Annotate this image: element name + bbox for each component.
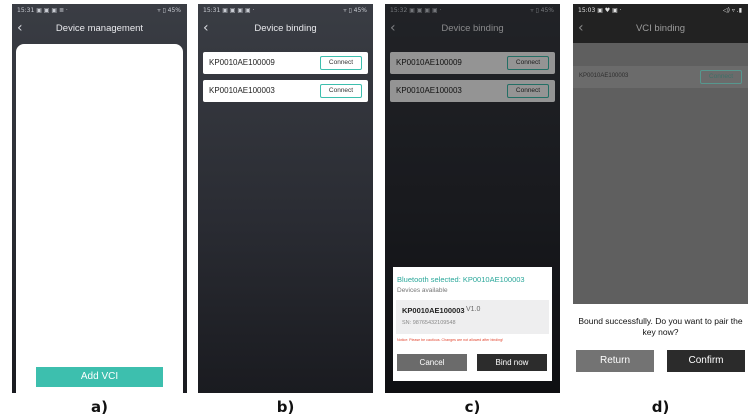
return-button[interactable]: Return	[576, 350, 654, 372]
page-title: Device management	[55, 23, 144, 34]
caption-d: d)	[651, 398, 670, 416]
caption-a: a)	[91, 398, 108, 416]
screen-device-binding: 15:31 ▣ ▣ ▣ ▣ · ▿ ▯ 45% ‹ Device binding…	[198, 4, 373, 393]
connect-button[interactable]: Connect	[320, 84, 362, 98]
notification-icons: ▣ ▣ ▣ ≣ ·	[36, 7, 68, 14]
add-vci-button[interactable]: Add VCI	[36, 367, 163, 387]
caption-c: c)	[464, 398, 481, 416]
page-title: VCI binding	[635, 23, 686, 34]
bind-now-button[interactable]: Bind now	[477, 354, 547, 371]
confirm-button[interactable]: Confirm	[667, 350, 745, 372]
notification-icons: ▣ ♥ ▣ ·	[597, 7, 622, 14]
device-name: KP0010AE100003	[579, 73, 629, 79]
device-card[interactable]: KP0010AE100003 V1.0 SN: 98765432109548	[396, 300, 549, 334]
device-row[interactable]: KP0010AE100003 Connect	[203, 80, 368, 102]
bluetooth-selected-label: Bluetooth selected: KP0010AE100003	[397, 275, 525, 284]
bind-sheet: Bluetooth selected: KP0010AE100003 Devic…	[393, 267, 552, 381]
status-time: 15:31	[17, 7, 35, 14]
device-card-version: V1.0	[466, 306, 481, 313]
status-bar: 15:03 ▣ ♥ ▣ · ◁) ▿ .▮	[573, 4, 748, 17]
screen-vci-binding: 15:03 ▣ ♥ ▣ · ◁) ▿ .▮ ‹ VCI binding KP00…	[573, 4, 748, 393]
device-name: KP0010AE100009	[209, 58, 275, 67]
device-list-panel: Add VCI	[16, 44, 183, 393]
status-right: ▿ ▯ 45%	[343, 7, 367, 14]
device-name: KP0010AE100003	[209, 86, 275, 95]
status-bar: 15:31 ▣ ▣ ▣ ≣ · ▿ ▯ 45%	[12, 4, 187, 17]
status-right: ◁) ▿ .▮	[723, 7, 742, 14]
device-row[interactable]: KP0010AE100009 Connect	[203, 52, 368, 74]
binding-notice: Notice: Please be cautious. Changes are …	[397, 338, 504, 342]
status-bar: 15:31 ▣ ▣ ▣ ▣ · ▿ ▯ 45%	[198, 4, 373, 17]
title-bar: ‹ Device binding	[198, 17, 373, 43]
device-row[interactable]: KP0010AE100003 Connect	[573, 66, 748, 88]
title-bar: ‹ VCI binding	[573, 17, 748, 43]
cancel-button[interactable]: Cancel	[397, 354, 467, 371]
title-bar: ‹ Device management	[12, 17, 187, 43]
screen-device-management: 15:31 ▣ ▣ ▣ ≣ · ▿ ▯ 45% ‹ Device managem…	[12, 4, 187, 393]
page-title: Device binding	[254, 23, 317, 34]
notification-icons: ▣ ▣ ▣ ▣ ·	[222, 7, 255, 14]
status-time: 15:31	[203, 7, 221, 14]
device-card-sn: SN: 98765432109548	[402, 320, 456, 326]
dialog-message: Bound successfully. Do you want to pair …	[578, 316, 743, 337]
bound-success-dialog: Bound successfully. Do you want to pair …	[573, 304, 748, 393]
caption-b: b)	[276, 398, 295, 416]
connect-button[interactable]: Connect	[700, 70, 742, 84]
devices-available-label: Devices available	[397, 287, 448, 294]
device-card-name: KP0010AE100003	[402, 306, 465, 315]
status-time: 15:03	[578, 7, 596, 14]
screen-bind-confirmation: 15:32 ▣ ▣ ▣ ▣ · ▿ ▯ 45% ‹ Device binding…	[385, 4, 560, 393]
status-right: ▿ ▯ 45%	[157, 7, 181, 14]
connect-button[interactable]: Connect	[320, 56, 362, 70]
